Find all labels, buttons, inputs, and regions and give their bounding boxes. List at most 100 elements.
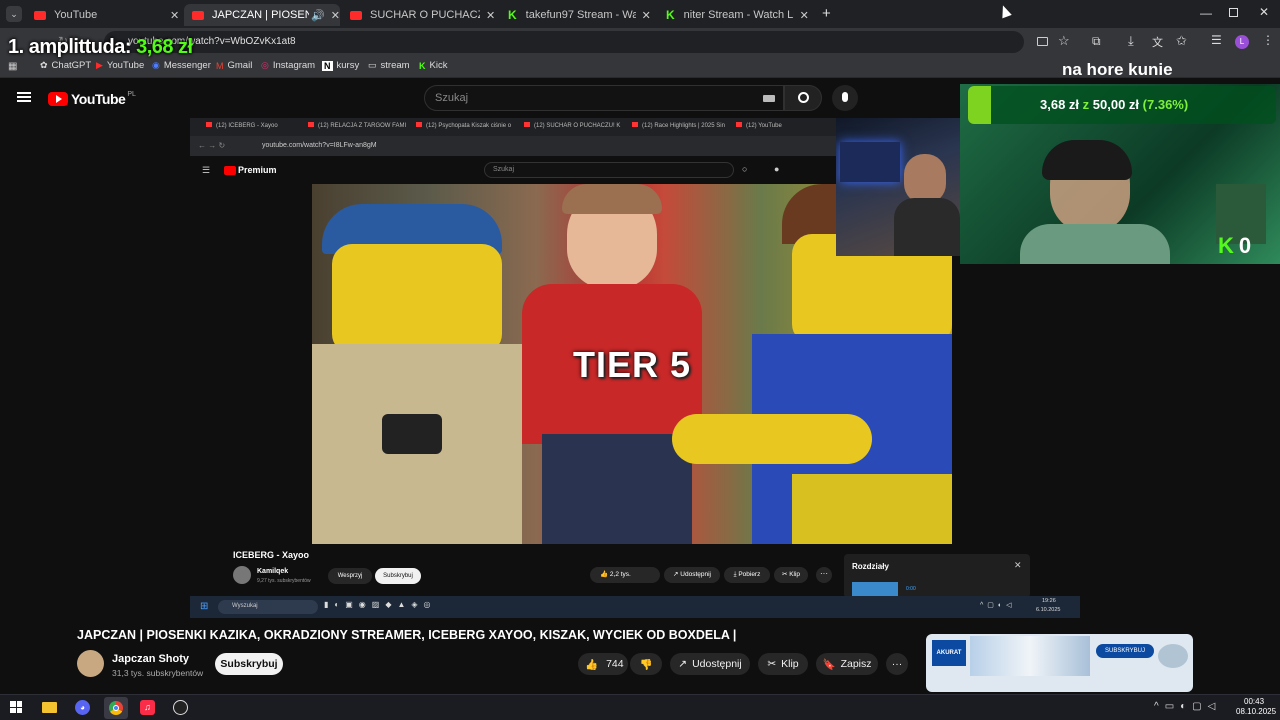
bookmark-messenger[interactable]: ◉ Messenger xyxy=(152,60,211,71)
inner-like-icon: 👍 xyxy=(600,571,609,578)
channel-name[interactable]: Japczan Shoty xyxy=(112,653,189,665)
youtube-header: YouTube PL Szukaj xyxy=(0,79,960,119)
music-app-icon[interactable]: ♫ xyxy=(140,700,155,715)
inner-support-button: Wesprzyj xyxy=(328,568,372,584)
inner-chapters-close-icon: ✕ xyxy=(1014,560,1022,570)
inner-tab-title: (12) Psychopata Kiszak ciśnie o xyxy=(426,123,512,129)
video-player[interactable]: (12) ICEBERG - Xayoo (12) RELACJA Z TARGÓ… xyxy=(190,118,1080,618)
maximize-icon[interactable] xyxy=(1229,8,1238,17)
download-icon[interactable]: ⤓ xyxy=(1128,33,1134,49)
bookmark-youtube[interactable]: ▶ YouTube xyxy=(96,60,144,71)
bookmark-icon: 🔖 xyxy=(822,658,836,671)
file-explorer-icon[interactable] xyxy=(42,702,57,713)
notion-icon: N xyxy=(322,60,333,71)
inner-channel-subs: 9,27 tys. subskrybentów xyxy=(257,578,311,584)
share-button[interactable]: ↗ Udostępnij xyxy=(670,653,750,675)
donation-goal-bar: 3,68 zł z 50,00 zł (7.36%) xyxy=(968,86,1276,124)
bookmark-kick[interactable]: K Kick xyxy=(419,60,447,71)
browser-tab-active[interactable]: JAPCZAN | PIOSENKI KAZIK 🔊 ✕ xyxy=(184,4,340,26)
keyboard-icon[interactable] xyxy=(763,95,775,102)
windows-start-icon[interactable] xyxy=(10,701,22,713)
taskbar-date[interactable]: 08.10.2025 xyxy=(1236,707,1276,716)
close-tab-icon[interactable]: ✕ xyxy=(800,9,809,22)
more-actions-button[interactable]: ··· xyxy=(886,653,908,675)
dislike-button[interactable]: 👎 xyxy=(630,653,662,675)
translate-icon[interactable]: 文 xyxy=(1152,34,1163,50)
tab-title: JAPCZAN | PIOSENKI KAZIK xyxy=(212,9,310,21)
tab-title: takefun97 Stream - Watch Live o xyxy=(525,9,636,21)
close-window-icon[interactable]: ✕ xyxy=(1259,5,1269,19)
save-button[interactable]: 🔖 Zapisz xyxy=(816,653,878,675)
youtube-icon xyxy=(308,122,314,127)
thumbs-up-icon: 👍 xyxy=(585,658,599,671)
channel-avatar[interactable] xyxy=(77,650,104,677)
bookmark-stream[interactable]: ▭ stream xyxy=(368,60,410,71)
browser-tab[interactable]: K takefun97 Stream - Watch Live o ✕ xyxy=(500,4,656,26)
search-button[interactable] xyxy=(784,85,822,111)
bookmark-instagram[interactable]: ◎ Instagram xyxy=(261,60,315,71)
inner-like-pill: 👍 2,2 tys. xyxy=(590,567,660,583)
inner-taskbar-search: Wyszukaj xyxy=(218,600,318,614)
inner-url: youtube.com/watch?v=I8LFw-an8gM xyxy=(262,142,377,149)
subscribe-button[interactable]: Subskrybuj xyxy=(215,653,283,675)
url-field[interactable]: youtube.com/watch?v=WbOZvKx1at8 xyxy=(104,31,1024,53)
inner-video-title: ICEBERG - Xayoo xyxy=(233,550,310,560)
bookmark-kursy[interactable]: Nkursy xyxy=(322,60,359,71)
minimize-icon[interactable]: — xyxy=(1200,6,1212,20)
discord-icon[interactable]: ◕ xyxy=(75,700,90,715)
youtube-icon: ▶ xyxy=(96,60,103,70)
close-tab-icon[interactable]: ✕ xyxy=(486,9,495,22)
reading-list-icon[interactable]: ☰ xyxy=(1211,33,1222,47)
cast-icon[interactable] xyxy=(1037,37,1048,46)
browser-tab[interactable]: YouTube ✕ xyxy=(26,4,182,26)
new-tab-icon[interactable]: + xyxy=(822,5,831,22)
like-button[interactable]: 👍 744 xyxy=(578,653,628,675)
menu-icon[interactable]: ⋮ xyxy=(1262,33,1274,47)
browser-tab[interactable]: K niter Stream - Watch Live on Ki ✕ xyxy=(658,4,814,26)
kick-icon: K xyxy=(419,60,426,71)
search-icon xyxy=(797,92,809,103)
bookmark-star-icon[interactable]: ☆ xyxy=(1058,33,1070,49)
extensions-icon[interactable]: ⧉ xyxy=(1092,34,1101,49)
ad-fish-image xyxy=(1158,644,1188,668)
close-tab-icon[interactable]: ✕ xyxy=(331,9,340,22)
favorites-icon[interactable]: ✩ xyxy=(1176,33,1187,49)
tray-icons[interactable]: ^▭◐▢◁ xyxy=(1154,701,1221,712)
inner-yt-logo-icon xyxy=(224,166,236,175)
inner-channel-name: Kamilqek xyxy=(257,568,289,575)
inner-share-pill: ↗ Udostępnij xyxy=(664,567,720,583)
search-input[interactable]: Szukaj xyxy=(424,85,784,111)
bookmark-gmail[interactable]: M Gmail xyxy=(216,60,252,71)
chrome-icon[interactable] xyxy=(104,697,128,719)
browser-tab[interactable]: SUCHAR O PUCHACZU! KONKU ✕ xyxy=(342,4,498,26)
taskbar-time[interactable]: 00:43 xyxy=(1244,697,1264,706)
overlay-top-right-text: na hore kunie xyxy=(1062,60,1173,79)
inner-chapters-title: Rozdziały xyxy=(852,562,889,571)
inner-browser-tab: (12) YouTube xyxy=(736,122,836,129)
close-tab-icon[interactable]: ✕ xyxy=(642,9,651,22)
hamburger-menu-icon[interactable] xyxy=(17,92,31,102)
clip-button[interactable]: ✂ Klip xyxy=(758,653,808,675)
speaker-icon[interactable]: 🔊 xyxy=(311,9,325,22)
youtube-icon xyxy=(736,122,742,127)
ad-banner[interactable]: AKURAT SUBSKRYBUJ xyxy=(926,634,1193,692)
obs-icon[interactable] xyxy=(173,700,188,715)
video-title: JAPCZAN | PIOSENKI KAZIKA, OKRADZIONY ST… xyxy=(77,628,737,642)
amplitude-overlay: 1. amplittuda: 3,68 zł xyxy=(8,36,193,59)
profile-avatar[interactable]: L xyxy=(1235,35,1249,49)
inner-taskbar-search-text: Wyszukaj xyxy=(232,603,258,609)
apps-grid-icon[interactable]: ▦ xyxy=(8,61,17,72)
bookmark-chatgpt[interactable]: ✿ ChatGPT xyxy=(40,60,91,71)
youtube-icon xyxy=(192,10,204,20)
youtube-icon xyxy=(206,122,212,127)
inner-clip-icon: ✂ xyxy=(781,571,788,578)
close-tab-icon[interactable]: ✕ xyxy=(170,9,179,22)
microphone-icon[interactable] xyxy=(832,85,858,111)
search-placeholder: Szukaj xyxy=(435,92,469,104)
youtube-logo[interactable]: YouTube PL xyxy=(48,91,136,107)
kick-logo-icon: K xyxy=(1218,233,1234,258)
ad-image xyxy=(970,636,1090,676)
amplitude-label: 1. amplittuda: xyxy=(8,36,132,58)
tab-search-chevron-icon[interactable]: ⌄ xyxy=(6,6,22,22)
messenger-icon: ◉ xyxy=(152,60,160,70)
